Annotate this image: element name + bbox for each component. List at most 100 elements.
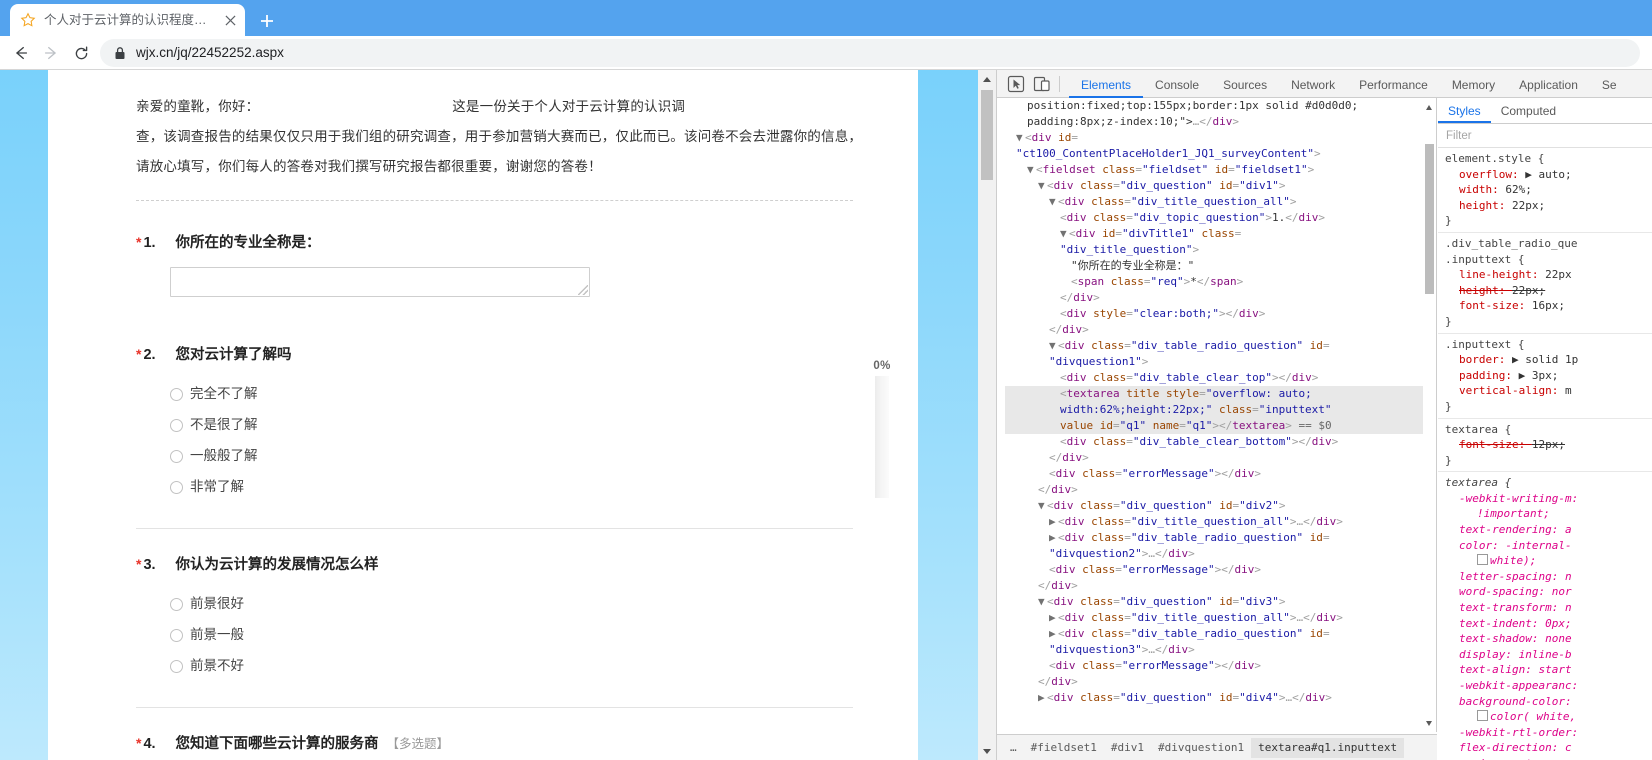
inspect-cursor-icon[interactable] (1007, 75, 1025, 93)
css-declaration[interactable]: -webkit-appearanc: (1445, 678, 1652, 694)
css-declaration[interactable]: border: ▶ solid 1p (1445, 352, 1652, 368)
tab-application[interactable]: Application (1507, 71, 1590, 98)
dom-node-line[interactable]: ▶ <div class="div_table_radio_question" i… (1005, 626, 1433, 642)
dom-node-line[interactable]: padding:8px;z-index:10;">…</div> (1005, 114, 1433, 130)
css-declaration[interactable]: -webkit-rtl-order: (1445, 725, 1652, 741)
breadcrumb-item[interactable]: #fieldset1 (1024, 738, 1104, 758)
css-declaration[interactable]: -webkit-writing-m: (1445, 491, 1652, 507)
reload-icon[interactable] (70, 42, 92, 64)
arrow-right-icon[interactable] (40, 42, 62, 64)
radio-option[interactable]: 不是很了解 (170, 410, 878, 440)
styles-filter-input[interactable]: Filter (1438, 124, 1652, 148)
radio-icon[interactable] (170, 387, 183, 401)
tab-performance[interactable]: Performance (1347, 71, 1440, 98)
address-bar[interactable]: wjx.cn/jq/22452252.aspx (100, 39, 1640, 67)
breadcrumb-item[interactable]: #divquestion1 (1151, 738, 1251, 758)
radio-option[interactable]: 前景一般 (170, 620, 878, 650)
dom-node-line[interactable]: "divquestion2">…</div> (1005, 546, 1433, 562)
tab-network[interactable]: Network (1279, 71, 1347, 98)
css-declaration[interactable]: text-align: start (1445, 662, 1652, 678)
tab-elements[interactable]: Elements (1069, 71, 1144, 98)
dom-node-line[interactable]: ▼ <div class="div_table_radio_question" i… (1005, 338, 1433, 354)
css-rule[interactable]: textarea {font-size: 12px;} (1438, 419, 1652, 473)
radio-option[interactable]: 前景不好 (170, 651, 878, 681)
tab-security[interactable]: Se (1590, 71, 1629, 98)
arrow-left-icon[interactable] (10, 42, 32, 64)
dom-node-line[interactable]: ▼ <div id="divTitle1" class= (1005, 226, 1433, 242)
close-icon[interactable] (221, 11, 239, 29)
new-tab-button[interactable] (253, 7, 281, 35)
dom-node-line[interactable]: width:62%;height:22px;" class="inputtext… (1005, 402, 1433, 418)
dom-node-line[interactable]: ▼ <div id= (1005, 130, 1433, 146)
dom-node-line[interactable]: ▶ <div class="div_title_question_all">…</… (1005, 514, 1433, 530)
radio-option[interactable]: 非常了解 (170, 472, 878, 502)
css-declaration[interactable]: word-spacing: nor (1445, 584, 1652, 600)
radio-option[interactable]: 完全不了解 (170, 379, 878, 409)
dom-node-line[interactable]: <div class="div_topic_question">1.</div> (1005, 210, 1433, 226)
radio-icon[interactable] (170, 659, 183, 673)
dom-node-line[interactable]: <div class="errorMessage"></div> (1005, 658, 1433, 674)
dom-node-line[interactable]: ▼ <div class="div_question" id="div3"> (1005, 594, 1433, 610)
dom-node-line[interactable]: <div class="errorMessage"></div> (1005, 466, 1433, 482)
css-declaration[interactable]: height: 22px; (1445, 198, 1652, 214)
dom-tree-pane[interactable]: position:fixed;top:155px;border:1px soli… (997, 98, 1437, 732)
dom-node-line[interactable]: "你所在的专业全称是：" (1005, 258, 1433, 274)
css-declaration[interactable]: color: -internal- (1445, 538, 1652, 554)
css-declaration[interactable]: display: inline-b (1445, 647, 1652, 663)
browser-tab[interactable]: 个人对于云计算的认识程度调查 (10, 4, 245, 36)
css-rule[interactable]: element.style {overflow: ▶ auto; width: 6… (1438, 148, 1652, 233)
breadcrumb-item[interactable]: … (1003, 738, 1024, 758)
css-declaration[interactable]: vertical-align: m (1445, 383, 1652, 399)
scroll-down-arrow-icon[interactable] (978, 742, 996, 760)
dom-node-line[interactable]: "divquestion1"> (1005, 354, 1433, 370)
breadcrumb-item[interactable]: #div1 (1104, 738, 1151, 758)
tab-memory[interactable]: Memory (1440, 71, 1507, 98)
css-declaration[interactable]: overflow: ▶ auto; (1445, 167, 1652, 183)
dom-node-line[interactable]: value id="q1" name="q1"></textarea> == $… (1005, 418, 1433, 434)
css-declaration[interactable]: !important; (1445, 506, 1652, 522)
css-declaration[interactable]: width: 62%; (1445, 182, 1652, 198)
device-toolbar-icon[interactable] (1033, 75, 1051, 93)
dom-node-line[interactable]: </div> (1005, 674, 1433, 690)
css-declaration[interactable]: font-size: 12px; (1445, 437, 1652, 453)
dom-node-line[interactable]: ▼ <div class="div_question" id="div1"> (1005, 178, 1433, 194)
css-declaration[interactable]: flex-direction: c (1445, 740, 1652, 756)
scroll-down-arrow-icon[interactable] (1423, 717, 1436, 730)
css-declaration[interactable]: text-indent: 0px; (1445, 616, 1652, 632)
dom-node-line[interactable]: ▼ <div class="div_question" id="div2"> (1005, 498, 1433, 514)
tab-styles[interactable]: Styles (1438, 99, 1491, 123)
dom-node-line[interactable]: position:fixed;top:155px;border:1px soli… (1005, 98, 1433, 114)
dom-node-line[interactable]: </div> (1005, 322, 1433, 338)
dom-node-line[interactable]: ▼ <fieldset class="fieldset" id="fieldset… (1005, 162, 1433, 178)
tab-computed[interactable]: Computed (1491, 99, 1566, 123)
dom-node-line[interactable]: "divquestion3">…</div> (1005, 642, 1433, 658)
css-declaration[interactable]: line-height: 22px (1445, 267, 1652, 283)
css-declaration[interactable]: text-shadow: none (1445, 631, 1652, 647)
css-rule[interactable]: .inputtext {border: ▶ solid 1p padding: ▶… (1438, 334, 1652, 419)
dom-node-line[interactable]: "ct100_ContentPlaceHolder1_JQ1_surveyCon… (1005, 146, 1433, 162)
breadcrumb-item-active[interactable]: textarea#q1.inputtext (1251, 737, 1405, 758)
dom-node-line[interactable]: ▶ <div class="div_title_question_all">…</… (1005, 610, 1433, 626)
css-declaration[interactable]: text-transform: n (1445, 600, 1652, 616)
dom-node-line[interactable]: "div_title_question"> (1005, 242, 1433, 258)
dom-node-line[interactable]: <textarea title style="overflow: auto; (1005, 386, 1433, 402)
tab-sources[interactable]: Sources (1211, 71, 1279, 98)
dom-node-line[interactable]: </div> (1005, 482, 1433, 498)
css-rule[interactable]: textarea {-webkit-writing-m: !important;… (1438, 472, 1652, 760)
dom-scrollbar-thumb[interactable] (1425, 144, 1434, 294)
css-declaration[interactable]: height: 22px; (1445, 283, 1652, 299)
css-declaration[interactable]: white); (1445, 553, 1652, 569)
css-declaration[interactable]: font-size: 16px; (1445, 298, 1652, 314)
css-declaration[interactable]: text-rendering: a (1445, 522, 1652, 538)
dom-node-line[interactable]: ▼ <div class="div_title_question_all"> (1005, 194, 1433, 210)
css-declaration[interactable]: color( white, (1445, 709, 1652, 725)
page-scrollbar-thumb[interactable] (981, 90, 993, 180)
dom-node-line[interactable]: </div> (1005, 578, 1433, 594)
dom-node-line[interactable]: <span class="req">*</span> (1005, 274, 1433, 290)
scroll-up-arrow-icon[interactable] (978, 70, 996, 88)
dom-node-line[interactable]: <div style="clear:both;"></div> (1005, 306, 1433, 322)
dom-node-line[interactable]: </div> (1005, 450, 1433, 466)
css-declaration[interactable]: letter-spacing: n (1445, 569, 1652, 585)
dom-node-line[interactable]: <div class="errorMessage"></div> (1005, 562, 1433, 578)
radio-option[interactable]: 一般般了解 (170, 441, 878, 471)
